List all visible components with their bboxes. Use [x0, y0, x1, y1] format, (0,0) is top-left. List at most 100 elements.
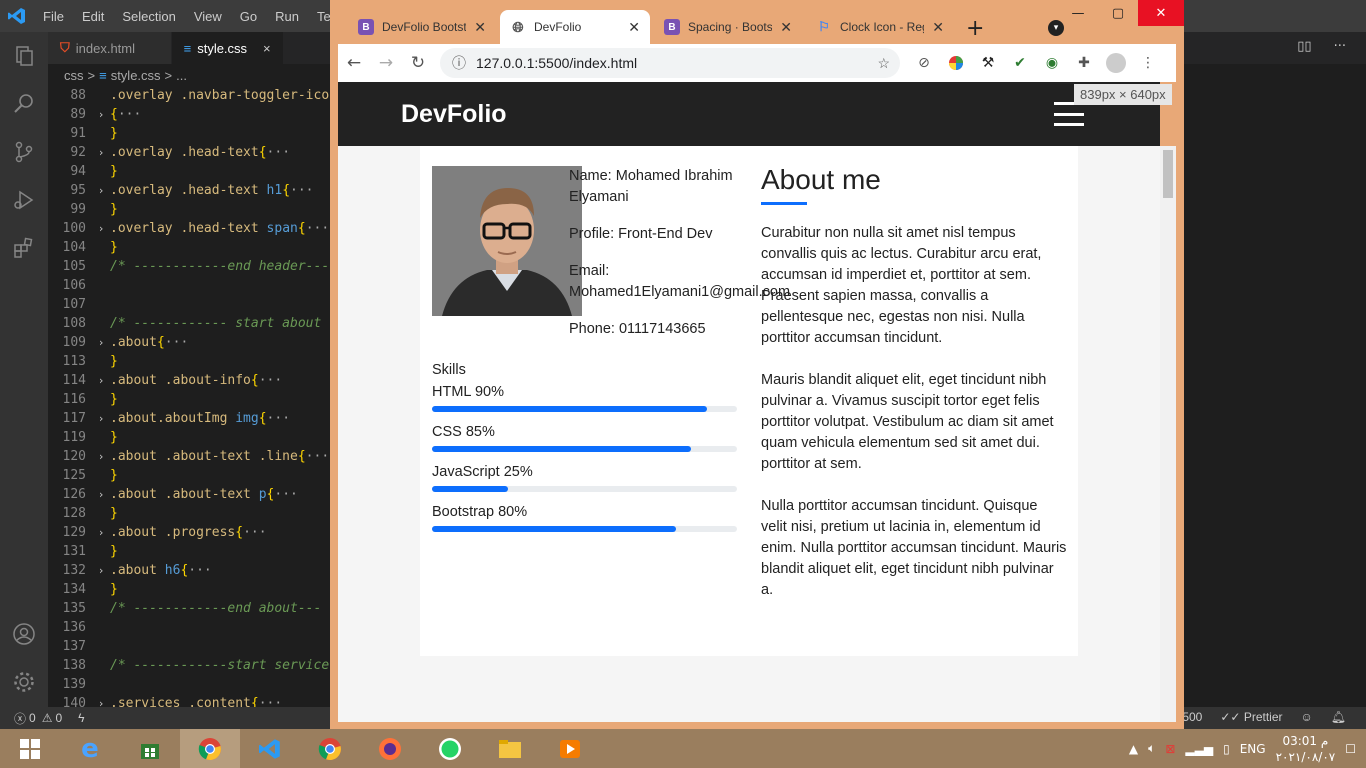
store-icon[interactable] — [120, 729, 180, 768]
address-bar[interactable]: ⓘ 127.0.0.1:5500/index.html ☆ — [440, 48, 900, 78]
maximize-icon[interactable]: ▢ — [1098, 0, 1138, 26]
extensions-puzzle-icon[interactable]: ✚ — [1068, 47, 1100, 79]
clock[interactable]: 03:01 م ٢٠٢١/٠٨/٠٧ — [1276, 733, 1336, 765]
code-line[interactable]: 99} — [48, 200, 338, 219]
code-line[interactable]: 140 › .services .content{··· — [48, 694, 338, 707]
fold-chevron-icon[interactable]: › — [92, 143, 110, 162]
menu-selection[interactable]: Selection — [113, 9, 184, 24]
forward-arrow-icon[interactable]: → — [370, 47, 402, 79]
errors-icon[interactable]: ⓧ — [14, 710, 26, 727]
info-icon[interactable]: ⓘ — [452, 53, 466, 73]
fold-chevron-icon[interactable]: › — [92, 485, 110, 504]
color-picker-extension-icon[interactable] — [940, 47, 972, 79]
code-line[interactable]: 119} — [48, 428, 338, 447]
menu-file[interactable]: File — [34, 9, 73, 24]
close-icon[interactable]: ✕ — [474, 19, 486, 36]
minimize-icon[interactable]: — — [1058, 0, 1098, 26]
close-icon[interactable]: × — [263, 41, 271, 56]
browser-tab-clock-icon[interactable]: ⚐ Clock Icon - Reg ✕ — [806, 10, 954, 44]
warning-count[interactable]: 0 — [55, 711, 62, 725]
error-count[interactable]: 0 — [29, 711, 36, 725]
code-line[interactable]: 88 .overlay .navbar-toggler-icon — [48, 86, 338, 105]
fold-chevron-icon[interactable]: › — [92, 219, 110, 238]
notifications-bell-icon[interactable]: 🔔︎ — [1331, 710, 1346, 724]
fold-chevron-icon[interactable]: › — [92, 181, 110, 200]
code-line[interactable]: 113} — [48, 352, 338, 371]
code-line[interactable]: 126 › .about .about-text p{··· — [48, 485, 338, 504]
windows-start-icon[interactable] — [0, 729, 60, 768]
network-disconnected-icon[interactable]: ⊠ — [1165, 742, 1175, 756]
tab-index-html[interactable]: ⛉ index.html × — [48, 32, 172, 64]
search-icon[interactable] — [0, 80, 48, 128]
navbar-toggler-icon[interactable] — [1054, 102, 1084, 126]
code-line[interactable]: 136 — [48, 618, 338, 637]
code-line[interactable]: 128} — [48, 504, 338, 523]
fold-chevron-icon[interactable]: › — [92, 333, 110, 352]
extension-globe-icon[interactable]: ◉ — [1036, 47, 1068, 79]
more-actions-icon[interactable]: ··· — [1334, 39, 1346, 54]
source-control-icon[interactable] — [0, 128, 48, 176]
internet-explorer-icon[interactable]: e — [60, 729, 120, 768]
code-line[interactable]: 95 › .overlay .head-text h1{··· — [48, 181, 338, 200]
code-line[interactable]: 132 › .about h6{··· — [48, 561, 338, 580]
code-line[interactable]: 106 — [48, 276, 338, 295]
firefox-icon[interactable] — [360, 729, 420, 768]
code-line[interactable]: 117 › .about.aboutImg img{··· — [48, 409, 338, 428]
scrollbar-thumb[interactable] — [1163, 150, 1173, 198]
menu-edit[interactable]: Edit — [73, 9, 113, 24]
battery-icon[interactable]: ▯ — [1223, 742, 1230, 756]
fold-chevron-icon[interactable]: › — [92, 409, 110, 428]
fold-chevron-icon[interactable]: › — [92, 105, 110, 124]
code-line[interactable]: 89 › {··· — [48, 105, 338, 124]
fold-chevron-icon[interactable]: › — [92, 447, 110, 466]
explorer-icon[interactable] — [0, 32, 48, 80]
code-line[interactable]: 100 › .overlay .head-text span{··· — [48, 219, 338, 238]
code-line[interactable]: 137 — [48, 637, 338, 656]
code-line[interactable]: 116} — [48, 390, 338, 409]
notifications-icon[interactable]: ☐ — [1345, 742, 1356, 756]
more-menu-icon[interactable]: ⋮ — [1132, 47, 1164, 79]
code-line[interactable]: 107 — [48, 295, 338, 314]
reload-icon[interactable]: ↻ — [402, 47, 434, 79]
code-line[interactable]: 131} — [48, 542, 338, 561]
split-editor-icon[interactable]: ▯▯ — [1297, 39, 1311, 54]
code-line[interactable]: 91} — [48, 124, 338, 143]
close-window-icon[interactable]: ✕ — [1138, 0, 1184, 26]
close-icon[interactable]: ✕ — [780, 19, 792, 36]
code-line[interactable]: 109 › .about{··· — [48, 333, 338, 352]
code-line[interactable]: 105 /* ------------end header--- — [48, 257, 338, 276]
extension-tool-icon[interactable]: ⚒ — [972, 47, 1004, 79]
chrome-icon[interactable] — [180, 729, 240, 768]
run-debug-icon[interactable] — [0, 176, 48, 224]
brand-logo[interactable]: DevFolio — [401, 100, 507, 129]
language-indicator[interactable]: ENG — [1240, 742, 1266, 756]
vscode-icon[interactable] — [240, 729, 300, 768]
fold-chevron-icon[interactable]: › — [92, 523, 110, 542]
bookmark-star-icon[interactable]: ☆ — [877, 55, 890, 72]
prettier-status[interactable]: ✓✓ Prettier — [1220, 710, 1282, 724]
close-icon[interactable]: ✕ — [628, 19, 640, 36]
back-arrow-icon[interactable]: ← — [338, 47, 370, 79]
new-tab-button[interactable]: + — [966, 16, 984, 41]
chevron-up-icon[interactable]: ▲ — [1129, 742, 1138, 756]
whatsapp-icon[interactable] — [420, 729, 480, 768]
code-line[interactable]: 104} — [48, 238, 338, 257]
code-line[interactable]: 129 › .about .progress{··· — [48, 523, 338, 542]
menu-view[interactable]: View — [185, 9, 231, 24]
code-line[interactable]: 92 › .overlay .head-text{··· — [48, 143, 338, 162]
wifi-signal-icon[interactable]: ▂▃▅ — [1185, 742, 1213, 756]
block-icon[interactable]: ⊘ — [908, 47, 940, 79]
code-line[interactable]: 138 /* ------------start service — [48, 656, 338, 675]
breadcrumb-symbol[interactable]: ... — [176, 68, 187, 83]
file-explorer-icon[interactable] — [480, 729, 540, 768]
fold-chevron-icon[interactable]: › — [92, 694, 110, 707]
browser-tab-spacing[interactable]: B Spacing · Bootstr ✕ — [654, 10, 802, 44]
tab-style-css[interactable]: ≡ style.css × — [171, 32, 284, 64]
accounts-icon[interactable] — [0, 610, 48, 658]
warning-icon[interactable]: ⚠ — [42, 711, 53, 725]
code-line[interactable]: 134} — [48, 580, 338, 599]
fold-chevron-icon[interactable]: › — [92, 371, 110, 390]
video-icon[interactable] — [540, 729, 600, 768]
code-line[interactable]: 125} — [48, 466, 338, 485]
breadcrumb-folder[interactable]: css — [64, 68, 84, 83]
